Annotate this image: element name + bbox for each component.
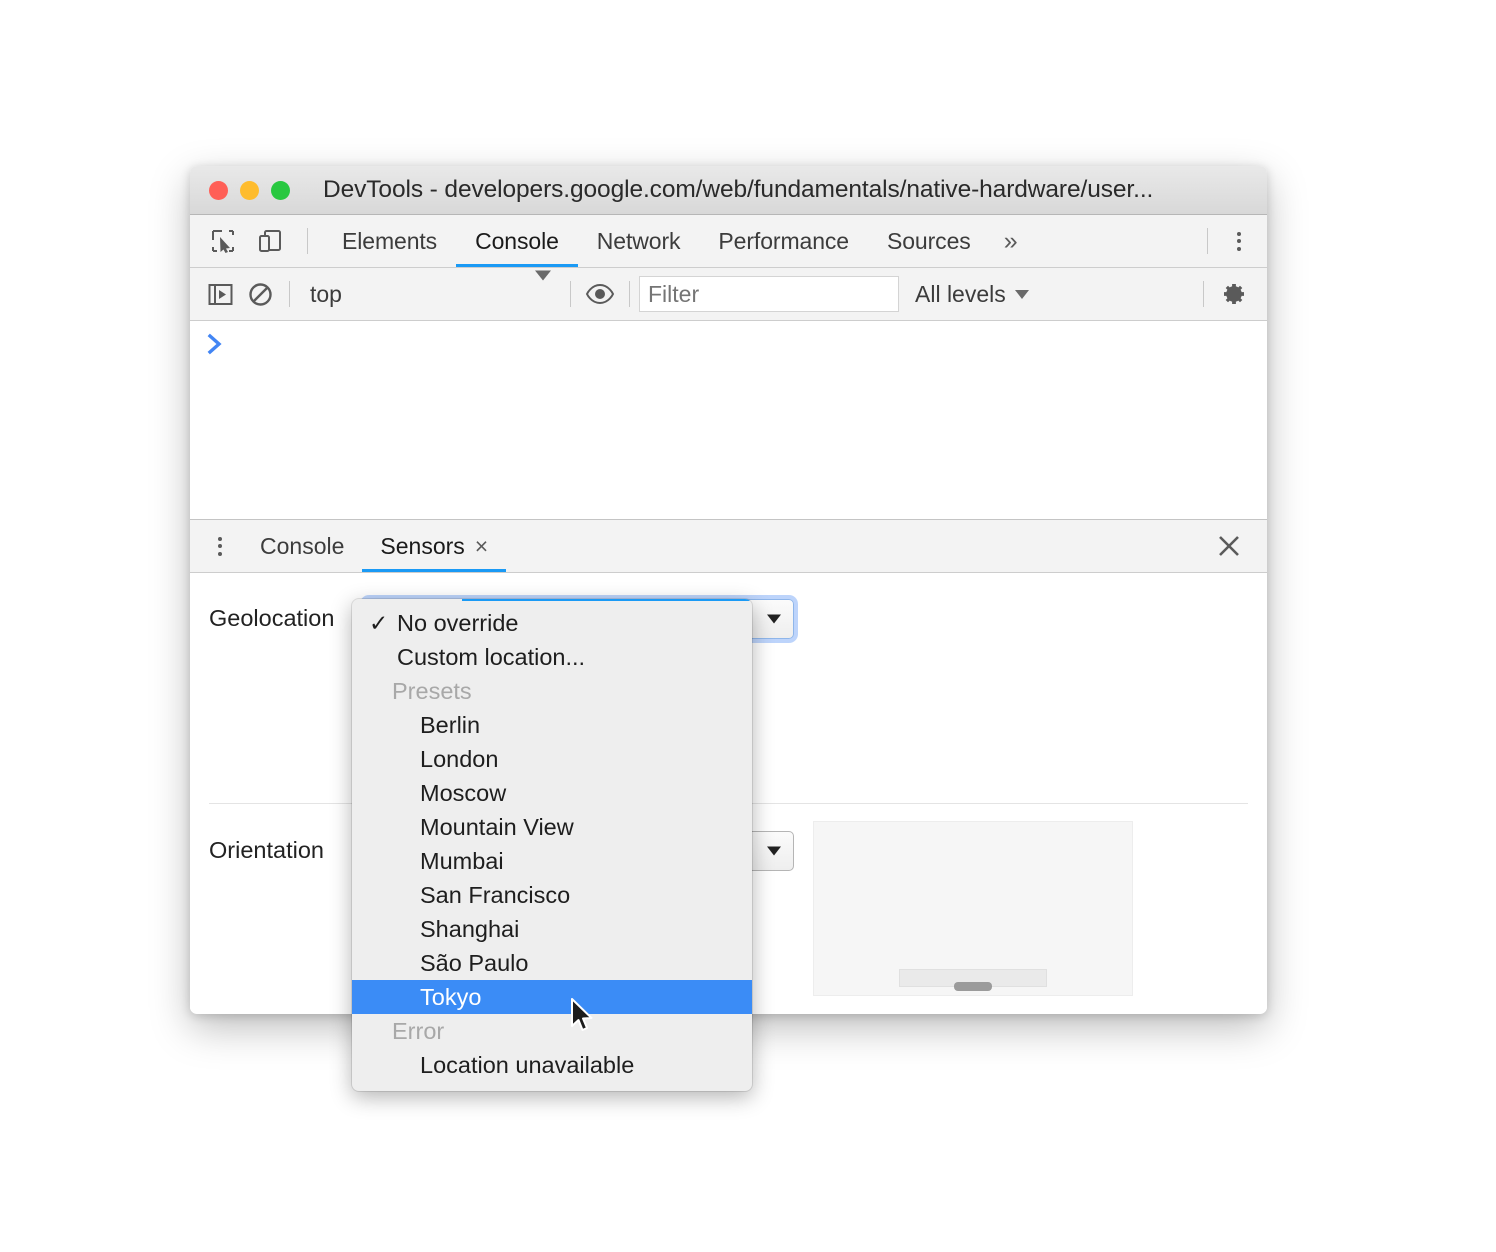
gear-icon[interactable]: [1213, 274, 1253, 314]
console-filter-toolbar: top All levels: [190, 268, 1267, 321]
menu-item-label: Location unavailable: [420, 1051, 635, 1078]
toolbar-divider: [289, 281, 290, 307]
toolbar-divider: [629, 281, 630, 307]
tab-performance[interactable]: Performance: [699, 215, 868, 267]
execution-context-value: top: [310, 280, 342, 307]
geolocation-dropdown-menu[interactable]: ✓ No override Custom location... Presets Ber…: [352, 599, 752, 1091]
menu-item-label: San Francisco: [420, 881, 571, 908]
menu-item[interactable]: Location unavailable: [352, 1048, 752, 1082]
menu-item-label: Shanghai: [420, 915, 520, 942]
device-toolbar-icon[interactable]: [251, 222, 289, 260]
toolbar-divider: [307, 228, 308, 254]
live-expression-icon[interactable]: [580, 274, 620, 314]
orientation-device-nub: [954, 982, 992, 991]
minimize-window-button[interactable]: [240, 180, 259, 200]
window-titlebar: DevTools - developers.google.com/web/fun…: [190, 166, 1267, 215]
menu-item[interactable]: ✓ No override: [352, 606, 752, 640]
drawer-tabbar: Console Sensors ×: [190, 519, 1267, 573]
orientation-preview-box[interactable]: [813, 821, 1133, 996]
toolbar-divider: [570, 281, 571, 307]
devtools-main-tabbar: Elements Console Network Performance Sou…: [190, 215, 1267, 268]
clear-console-icon[interactable]: [240, 274, 280, 314]
menu-item[interactable]: Berlin: [352, 708, 752, 742]
inspect-element-icon[interactable]: [204, 222, 242, 260]
console-output-area[interactable]: [190, 321, 1267, 519]
menu-item-label: São Paulo: [420, 949, 529, 976]
tab-elements[interactable]: Elements: [323, 215, 456, 267]
menu-item-label: Mountain View: [420, 813, 574, 840]
kebab-menu-icon[interactable]: [198, 520, 242, 572]
tab-label: Performance: [718, 227, 849, 254]
tab-label: Sources: [887, 227, 971, 254]
menu-item-label: London: [420, 745, 499, 772]
menu-item[interactable]: Tokyo: [352, 980, 752, 1014]
window-title: DevTools - developers.google.com/web/fun…: [323, 176, 1154, 203]
menu-item-label: No override: [397, 609, 519, 636]
more-tabs-icon[interactable]: »: [990, 215, 1032, 267]
toolbar-divider: [1207, 228, 1208, 254]
chevron-down-icon: [767, 846, 781, 856]
drawer-tab-label: Sensors: [380, 532, 465, 559]
menu-item-label: Custom location...: [397, 643, 586, 670]
menu-item-label: Error: [392, 1017, 445, 1044]
drawer-tab-sensors[interactable]: Sensors ×: [362, 520, 507, 572]
close-icon[interactable]: ×: [475, 534, 488, 558]
filter-input[interactable]: [639, 276, 899, 312]
tab-console[interactable]: Console: [456, 215, 578, 267]
menu-item[interactable]: São Paulo: [352, 946, 752, 980]
orientation-label: Orientation: [209, 837, 324, 863]
menu-item[interactable]: Mumbai: [352, 844, 752, 878]
tab-label: Console: [475, 227, 559, 254]
menu-item-label: Berlin: [420, 711, 481, 738]
log-level-value: All levels: [915, 280, 1006, 307]
tab-label: Network: [596, 227, 681, 254]
menu-item[interactable]: Shanghai: [352, 912, 752, 946]
geolocation-label: Geolocation: [209, 605, 335, 631]
orientation-device-plane: [899, 969, 1047, 991]
log-level-select[interactable]: All levels: [915, 281, 1029, 308]
menu-group-header: Error: [352, 1014, 752, 1048]
menu-group-header: Presets: [352, 674, 752, 708]
menu-item[interactable]: Mountain View: [352, 810, 752, 844]
menu-item-label: Mumbai: [420, 847, 504, 874]
toolbar-divider: [1203, 281, 1204, 307]
close-window-button[interactable]: [209, 180, 228, 200]
checkmark-icon: ✓: [369, 609, 389, 636]
menu-item-label: Presets: [392, 677, 472, 704]
menu-item-label: Tokyo: [420, 983, 482, 1010]
menu-item-label: Moscow: [420, 779, 507, 806]
chevron-down-icon: [767, 614, 781, 624]
tab-label: Elements: [342, 227, 438, 254]
console-sidebar-icon[interactable]: [200, 274, 240, 314]
kebab-menu-icon[interactable]: [1217, 219, 1261, 263]
close-drawer-button[interactable]: [1207, 520, 1251, 572]
tab-network[interactable]: Network: [578, 215, 700, 267]
chevron-down-icon: [535, 270, 551, 308]
traffic-light-group: [209, 180, 290, 200]
chevron-down-icon: [1014, 289, 1029, 299]
console-prompt-icon: [207, 331, 224, 362]
devtools-tab-list: Elements Console Network Performance Sou…: [323, 215, 1032, 267]
drawer-tab-console[interactable]: Console: [242, 520, 362, 572]
drawer-tab-label: Console: [260, 532, 345, 559]
menu-item[interactable]: Custom location...: [352, 640, 752, 674]
menu-item[interactable]: London: [352, 742, 752, 776]
execution-context-select[interactable]: top: [299, 270, 561, 313]
tab-sources[interactable]: Sources: [868, 215, 990, 267]
menu-item[interactable]: Moscow: [352, 776, 752, 810]
zoom-window-button[interactable]: [271, 180, 290, 200]
menu-item[interactable]: San Francisco: [352, 878, 752, 912]
